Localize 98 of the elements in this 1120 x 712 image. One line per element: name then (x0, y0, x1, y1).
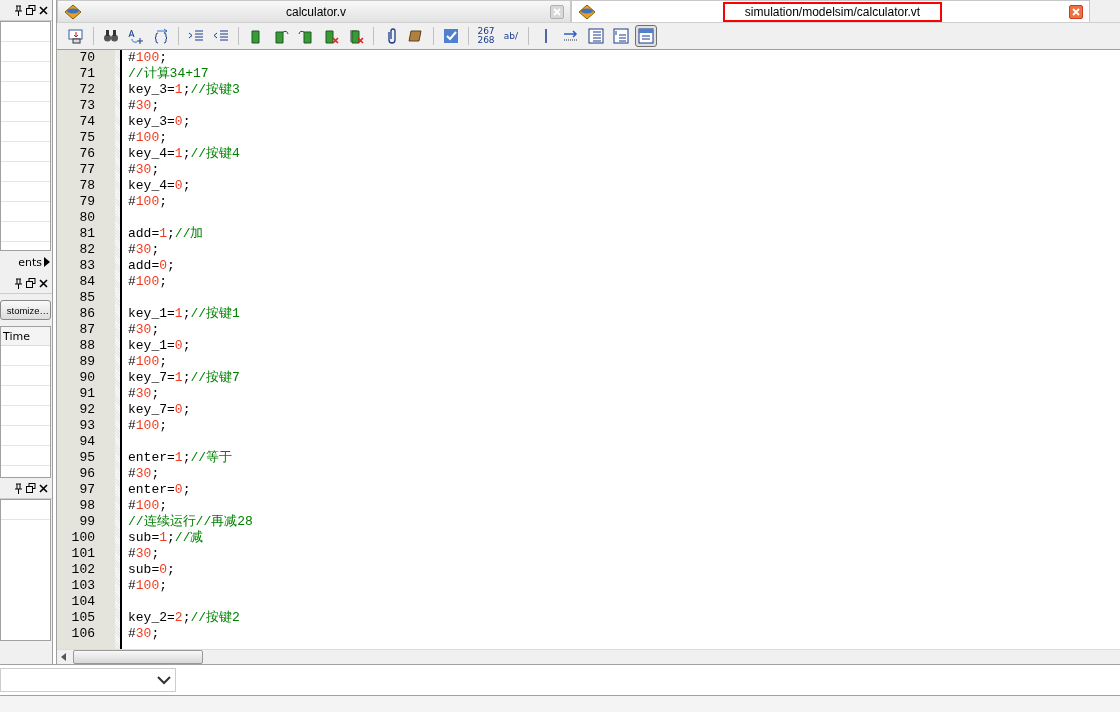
dropdown-field[interactable] (0, 668, 176, 692)
tab-title: simulation/modelsim/calculator.vt (722, 1, 943, 22)
customize-button[interactable]: stomize… (0, 300, 51, 320)
code-line: #100; (128, 50, 168, 66)
code-line: #30; (128, 546, 160, 562)
code-line: #30; (128, 626, 160, 642)
code-line: key_1=0; (128, 338, 191, 354)
line-number: 96 (78, 466, 96, 482)
code-line: //计算34+17 (128, 66, 209, 82)
line-number: 70 (78, 50, 96, 66)
line-number: 81 (78, 226, 96, 242)
line-number: 95 (78, 450, 96, 466)
code-line: key_4=0; (128, 178, 191, 194)
code-line: enter=0; (128, 482, 191, 498)
line-number: 75 (78, 130, 96, 146)
close-icon[interactable] (39, 483, 48, 493)
line-number: 79 (78, 194, 96, 210)
line-number: 92 (78, 402, 96, 418)
scrollbar-thumb[interactable] (73, 650, 203, 664)
code-line: #100; (128, 578, 168, 594)
line-number: 103 (70, 578, 96, 594)
code-line: key_3=1;//按键3 (128, 82, 240, 98)
code-line: key_2=2;//按键2 (128, 610, 240, 626)
line-number: 98 (78, 498, 96, 514)
line-number: 86 (78, 306, 96, 322)
line-number: 104 (70, 594, 96, 610)
text-lines-icon[interactable] (585, 25, 607, 47)
code-line: #30; (128, 322, 160, 338)
close-icon[interactable] (39, 5, 48, 15)
code-line: key_7=1;//按键7 (128, 370, 240, 386)
line-number: 84 (78, 274, 96, 290)
line-number: 106 (70, 626, 96, 642)
line-number: 77 (78, 162, 96, 178)
code-line: #30; (128, 242, 160, 258)
editor-tab[interactable]: simulation/modelsim/calculator.vt (571, 0, 1090, 22)
line-number: 89 (78, 354, 96, 370)
code-line: key_4=1;//按键4 (128, 146, 240, 162)
line-number: 99 (78, 514, 96, 530)
code-line: sub=0; (128, 562, 175, 578)
restore-icon[interactable] (26, 483, 36, 493)
code-line: //连续运行//再减28 (128, 514, 253, 530)
line-number: 85 (78, 290, 96, 306)
line-number: 73 (78, 98, 96, 114)
code-line: #100; (128, 354, 168, 370)
code-line: #100; (128, 418, 168, 434)
line-number: 90 (78, 370, 96, 386)
code-line: #30; (128, 162, 160, 178)
line-number: 82 (78, 242, 96, 258)
toolbar-button[interactable]: ab/ (500, 25, 522, 47)
file-icon (578, 3, 596, 20)
line-number: 97 (78, 482, 96, 498)
code-line: key_7=0; (128, 402, 191, 418)
code-line: #100; (128, 130, 168, 146)
code-line: add=0; (128, 258, 175, 274)
code-line: enter=1;//等于 (128, 450, 233, 466)
code-line: #100; (128, 194, 168, 210)
pin-icon[interactable] (14, 482, 23, 494)
line-number: 71 (78, 66, 96, 82)
line-number: 72 (78, 82, 96, 98)
code-line: key_1=1;//按键1 (128, 306, 240, 322)
line-number: 87 (78, 322, 96, 338)
pin-icon[interactable] (14, 277, 23, 289)
scroll-left-icon[interactable] (61, 653, 67, 661)
restore-icon[interactable] (26, 5, 36, 15)
line-number: 100 (70, 530, 96, 546)
code-line: #30; (128, 386, 160, 402)
line-number: 101 (70, 546, 96, 562)
file-icon (64, 3, 82, 20)
tab-title: calculator.v (285, 3, 347, 21)
close-icon[interactable] (39, 278, 48, 288)
line-number: 94 (78, 434, 96, 450)
window-view-icon[interactable] (635, 25, 657, 47)
numbered-lines-icon[interactable] (610, 25, 632, 47)
line-number: 76 (78, 146, 96, 162)
line-number: 91 (78, 386, 96, 402)
close-button[interactable] (1069, 4, 1083, 19)
restore-icon[interactable] (26, 278, 36, 288)
line-number: 80 (78, 210, 96, 226)
line-number: 74 (78, 114, 96, 130)
toolbar-button[interactable]: 267 268 (475, 25, 497, 47)
code-line: key_3=0; (128, 114, 191, 130)
code-line: #100; (128, 498, 168, 514)
line-number: 78 (78, 178, 96, 194)
code-line: #30; (128, 98, 160, 114)
chevron-down-icon[interactable] (157, 675, 171, 685)
code-line: sub=1;//减 (128, 530, 204, 546)
line-number: 88 (78, 338, 96, 354)
line-number: 93 (78, 418, 96, 434)
line-number: 105 (70, 610, 96, 626)
editor-tab[interactable]: calculator.v (57, 0, 571, 22)
line-number: 102 (70, 562, 96, 578)
code-line: add=1;//加 (128, 226, 204, 242)
code-line: #100; (128, 274, 168, 290)
tab-label[interactable]: ents (18, 255, 42, 269)
pin-icon[interactable] (14, 4, 23, 16)
line-number: 83 (78, 258, 96, 274)
code-line: #30; (128, 466, 160, 482)
scroll-right-icon[interactable] (42, 256, 52, 268)
